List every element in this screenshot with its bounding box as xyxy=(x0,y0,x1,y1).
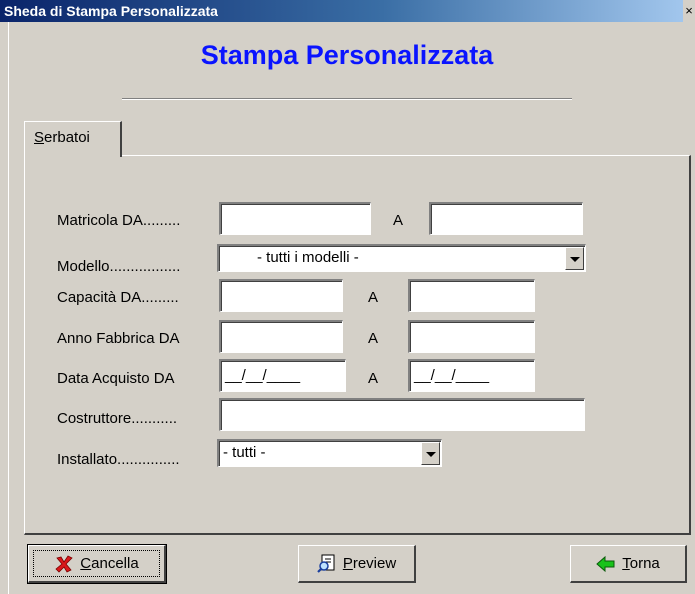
page-title: Stampa Personalizzata xyxy=(200,40,494,70)
installato-label: Installato............... xyxy=(57,451,180,468)
modello-label: Modello................. xyxy=(57,258,181,275)
data-acquisto-from-input[interactable]: __/__/____ xyxy=(219,359,346,392)
matricola-label: Matricola DA......... xyxy=(57,212,181,229)
modello-selected-value: - tutti i modelli - xyxy=(257,249,359,266)
torna-button[interactable]: Torna xyxy=(570,545,687,583)
preview-button[interactable]: Preview xyxy=(298,545,416,583)
matricola-to-input[interactable] xyxy=(429,202,583,235)
green-arrow-left-icon xyxy=(596,554,616,574)
installato-select[interactable]: - tutti - xyxy=(217,439,442,467)
capacita-from-input[interactable] xyxy=(219,279,343,312)
title-bar[interactable]: Sheda di Stampa Personalizzata × xyxy=(0,0,695,22)
chevron-down-icon[interactable] xyxy=(565,247,584,270)
costruttore-label: Costruttore........... xyxy=(57,410,178,427)
close-icon[interactable]: × xyxy=(683,0,695,22)
matricola-to-label: A xyxy=(393,212,404,229)
data-acquisto-label: Data Acquisto DA xyxy=(57,370,175,387)
capacita-to-input[interactable] xyxy=(408,279,535,312)
tab-serbatoi-label: Serbatoi xyxy=(34,129,90,146)
data-acquisto-to-label: A xyxy=(368,370,379,387)
preview-label: Preview xyxy=(342,555,397,572)
heading-divider xyxy=(122,98,572,100)
costruttore-input[interactable] xyxy=(219,398,585,431)
anno-fabbrica-from-input[interactable] xyxy=(219,320,343,353)
matricola-from-input[interactable] xyxy=(219,202,371,235)
capacita-label: Capacità DA......... xyxy=(57,289,179,306)
window-title: Sheda di Stampa Personalizzata xyxy=(4,3,218,19)
anno-fabbrica-to-label: A xyxy=(368,330,379,347)
data-acquisto-to-input[interactable]: __/__/____ xyxy=(408,359,535,392)
anno-fabbrica-to-input[interactable] xyxy=(408,320,535,353)
tab-serbatoi[interactable]: Serbatoi xyxy=(24,121,122,157)
capacita-to-label: A xyxy=(368,289,379,306)
red-x-icon xyxy=(54,554,74,574)
modello-select[interactable]: - tutti i modelli - xyxy=(217,244,586,272)
preview-icon xyxy=(317,554,337,574)
torna-label: Torna xyxy=(622,555,660,572)
anno-fabbrica-label: Anno Fabbrica DA xyxy=(57,330,180,347)
installato-selected-value: - tutti - xyxy=(223,444,266,461)
chevron-down-icon[interactable] xyxy=(421,442,440,465)
cancella-label: Cancella xyxy=(80,555,139,572)
cancella-button[interactable]: Cancella xyxy=(27,544,167,584)
